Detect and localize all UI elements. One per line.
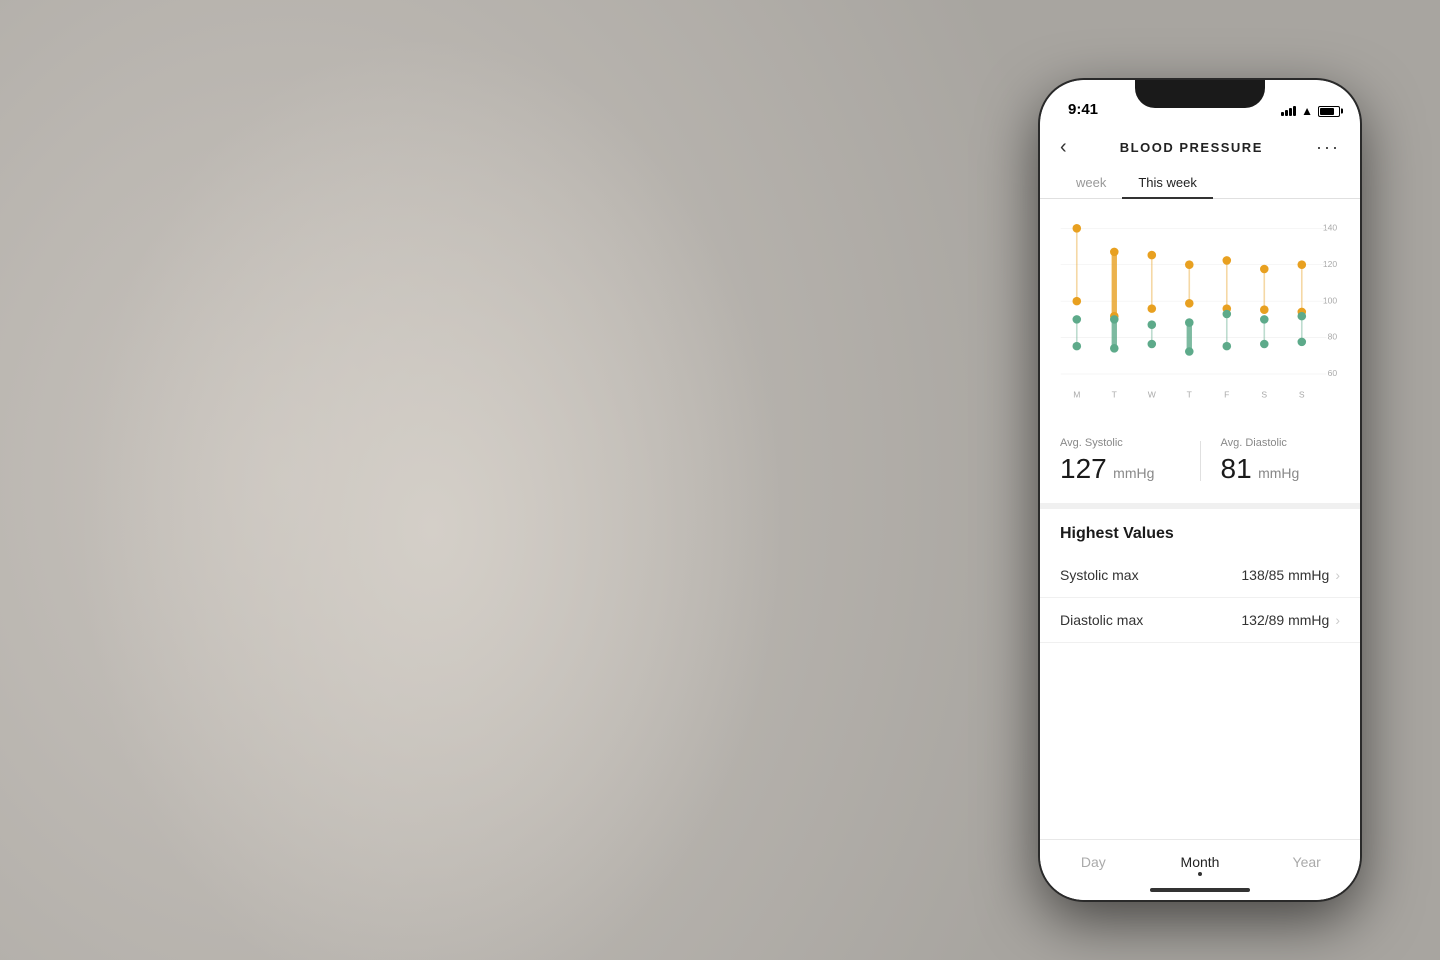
battery-icon	[1318, 106, 1340, 117]
phone-device: 9:41 ▲	[1040, 80, 1360, 900]
svg-text:W: W	[1148, 390, 1157, 400]
svg-text:M: M	[1073, 390, 1080, 400]
wifi-icon: ▲	[1301, 104, 1313, 118]
highest-values-section: Highest Values	[1040, 509, 1360, 553]
tab-this-week[interactable]: This week	[1122, 167, 1213, 198]
systolic-max-value-group: 138/85 mmHg ›	[1241, 567, 1340, 583]
app-screen: ‹ BLOOD PRESSURE ··· week This week	[1040, 124, 1360, 900]
bottom-tabs: Day Month Year	[1040, 839, 1360, 880]
blood-pressure-chart: 140 120 100 80 60 M T W	[1040, 199, 1360, 419]
diastolic-max-value-group: 132/89 mmHg ›	[1241, 612, 1340, 628]
tab-day[interactable]: Day	[1040, 840, 1147, 880]
diastolic-max-label: Diastolic max	[1060, 612, 1143, 628]
status-time: 9:41	[1068, 87, 1098, 118]
app-header: ‹ BLOOD PRESSURE ···	[1040, 124, 1360, 167]
section-title: Highest Values	[1060, 525, 1174, 542]
svg-text:T: T	[1187, 390, 1193, 400]
chart-svg: 140 120 100 80 60 M T W	[1050, 214, 1350, 414]
phone-notch	[1135, 80, 1265, 108]
diastolic-max-value: 132/89 mmHg	[1241, 612, 1329, 628]
svg-text:140: 140	[1323, 222, 1338, 232]
stats-divider	[1200, 441, 1201, 481]
systolic-label: Avg. Systolic	[1060, 437, 1180, 449]
systolic-unit: mmHg	[1113, 465, 1154, 481]
diastolic-unit: mmHg	[1258, 465, 1299, 481]
svg-text:F: F	[1224, 390, 1229, 400]
chevron-right-icon: ›	[1335, 567, 1340, 583]
svg-text:T: T	[1112, 390, 1118, 400]
status-icons: ▲	[1281, 90, 1340, 118]
home-indicator	[1040, 880, 1360, 900]
more-button[interactable]: ···	[1316, 137, 1340, 158]
systolic-value-row: 127 mmHg	[1060, 453, 1180, 485]
svg-text:120: 120	[1323, 259, 1338, 269]
phone-screen: 9:41 ▲	[1040, 80, 1360, 900]
svg-text:S: S	[1299, 390, 1305, 400]
svg-text:60: 60	[1328, 368, 1338, 378]
tab-month[interactable]: Month	[1147, 840, 1254, 880]
signal-icon	[1281, 106, 1296, 116]
diastolic-stat: Avg. Diastolic 81 mmHg	[1221, 437, 1341, 485]
tab-week[interactable]: week	[1060, 167, 1122, 198]
tab-year[interactable]: Year	[1253, 840, 1360, 880]
stats-section: Avg. Systolic 127 mmHg Avg. Diastolic 81…	[1040, 419, 1360, 509]
diastolic-value-row: 81 mmHg	[1221, 453, 1341, 485]
systolic-max-label: Systolic max	[1060, 567, 1139, 583]
page-title: BLOOD PRESSURE	[1120, 140, 1263, 155]
svg-text:S: S	[1261, 390, 1267, 400]
diastolic-value: 81	[1221, 453, 1252, 484]
svg-text:80: 80	[1328, 332, 1338, 342]
svg-text:100: 100	[1323, 295, 1338, 305]
back-button[interactable]: ‹	[1060, 136, 1067, 159]
chevron-right-icon-2: ›	[1335, 612, 1340, 628]
systolic-stat: Avg. Systolic 127 mmHg	[1060, 437, 1180, 485]
diastolic-max-row[interactable]: Diastolic max 132/89 mmHg ›	[1040, 598, 1360, 643]
systolic-max-row[interactable]: Systolic max 138/85 mmHg ›	[1040, 553, 1360, 598]
tabs-row: week This week	[1040, 167, 1360, 199]
systolic-value: 127	[1060, 453, 1107, 484]
diastolic-label: Avg. Diastolic	[1221, 437, 1341, 449]
systolic-max-value: 138/85 mmHg	[1241, 567, 1329, 583]
